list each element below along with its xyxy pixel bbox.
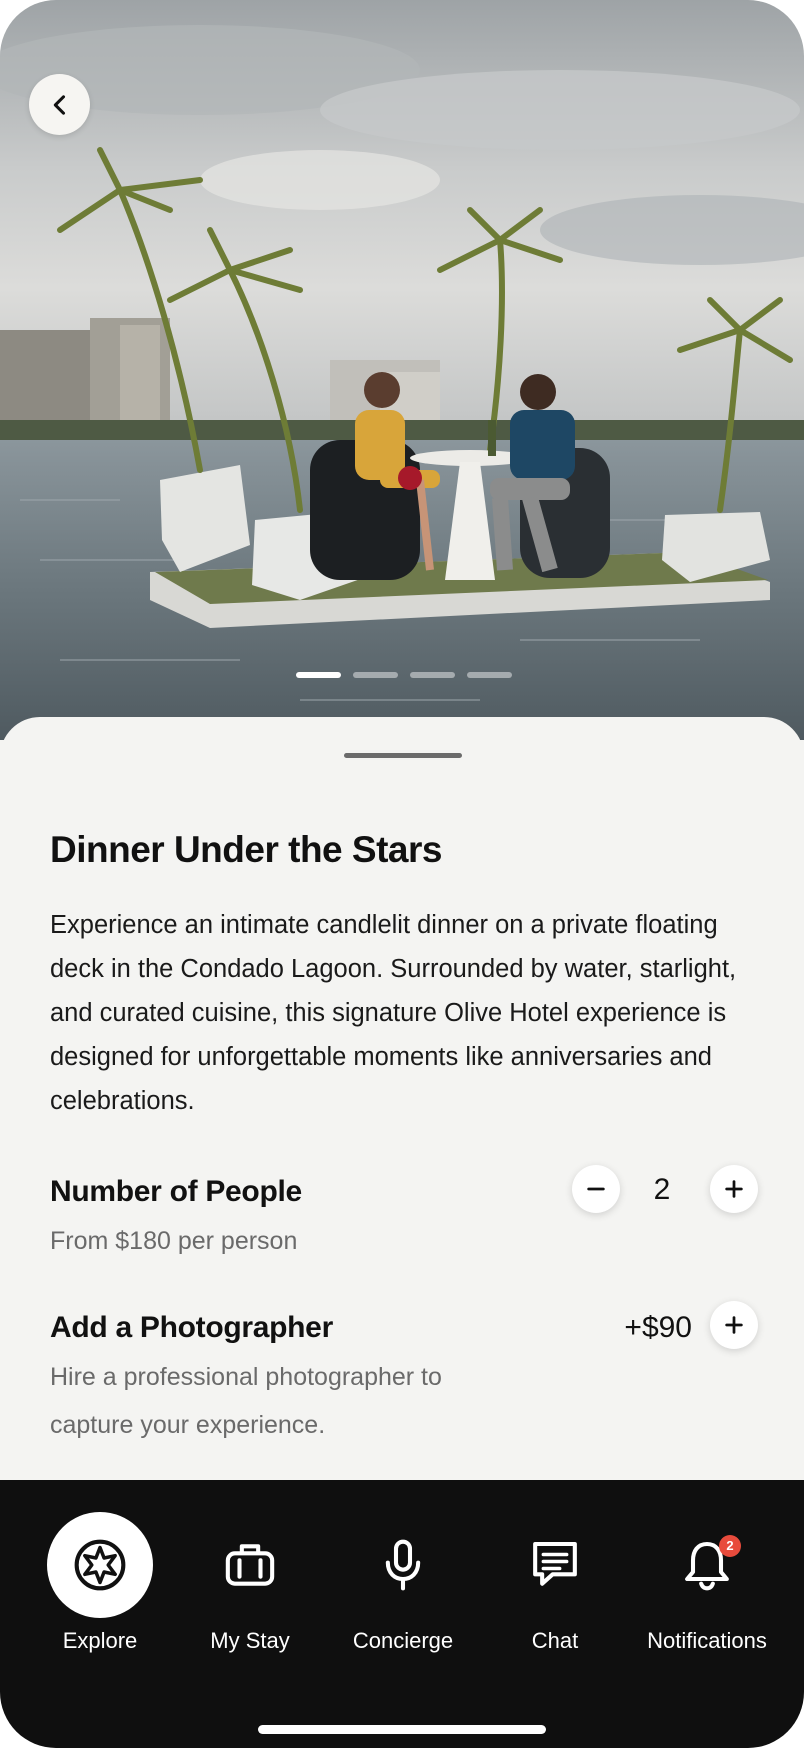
tab-notifications-label: Notifications bbox=[647, 1628, 767, 1653]
chat-icon-wrap bbox=[502, 1512, 608, 1618]
tab-concierge-label: Concierge bbox=[352, 1628, 454, 1653]
app-screen: Dinner Under the Stars Experience an int… bbox=[0, 0, 804, 1748]
increase-people-button[interactable] bbox=[710, 1165, 758, 1213]
my-stay-icon-wrap bbox=[197, 1512, 303, 1618]
plus-icon bbox=[725, 1180, 743, 1198]
experience-title: Dinner Under the Stars bbox=[50, 829, 442, 870]
people-count: 2 bbox=[653, 1173, 671, 1206]
hero-photo bbox=[0, 0, 804, 740]
photographer-price: +$90 bbox=[624, 1311, 692, 1344]
suitcase-icon bbox=[225, 1544, 275, 1586]
bottom-tab-bar: Explore My Stay Concierge Chat 2 Notific… bbox=[0, 1480, 804, 1748]
carousel-dot[interactable] bbox=[410, 672, 455, 678]
add-photographer-button[interactable] bbox=[710, 1301, 758, 1349]
carousel-indicator bbox=[296, 672, 512, 678]
plus-icon bbox=[725, 1316, 743, 1334]
decrease-people-button[interactable] bbox=[572, 1165, 620, 1213]
explore-icon-wrap bbox=[47, 1512, 153, 1618]
tab-explore-label: Explore bbox=[62, 1628, 138, 1653]
hero-image-carousel[interactable] bbox=[0, 0, 804, 740]
carousel-dot[interactable] bbox=[467, 672, 512, 678]
people-label: Number of People bbox=[50, 1175, 302, 1208]
people-price-note: From $180 per person bbox=[50, 1227, 298, 1255]
experience-description: Experience an intimate candlelit dinner … bbox=[50, 911, 737, 1115]
tab-chat-label: Chat bbox=[531, 1628, 579, 1653]
details-sheet: Dinner Under the Stars Experience an int… bbox=[0, 717, 804, 1477]
photographer-description: Hire a professional photographer to capt… bbox=[50, 1363, 442, 1439]
concierge-icon-wrap bbox=[350, 1512, 456, 1618]
microphone-icon bbox=[385, 1539, 421, 1591]
minus-icon bbox=[587, 1187, 605, 1191]
notifications-icon-wrap: 2 bbox=[654, 1512, 760, 1618]
sheet-drag-handle[interactable] bbox=[344, 753, 462, 758]
carousel-dot[interactable] bbox=[353, 672, 398, 678]
chat-bubble-icon bbox=[533, 1541, 577, 1586]
home-indicator[interactable] bbox=[258, 1725, 546, 1734]
compass-star-icon bbox=[74, 1539, 126, 1591]
back-button[interactable] bbox=[29, 74, 90, 135]
chevron-left-icon bbox=[53, 94, 65, 115]
photographer-label: Add a Photographer bbox=[50, 1311, 333, 1344]
notification-count-badge: 2 bbox=[719, 1535, 741, 1557]
tab-my-stay-label: My Stay bbox=[210, 1628, 290, 1653]
carousel-dot[interactable] bbox=[296, 672, 341, 678]
